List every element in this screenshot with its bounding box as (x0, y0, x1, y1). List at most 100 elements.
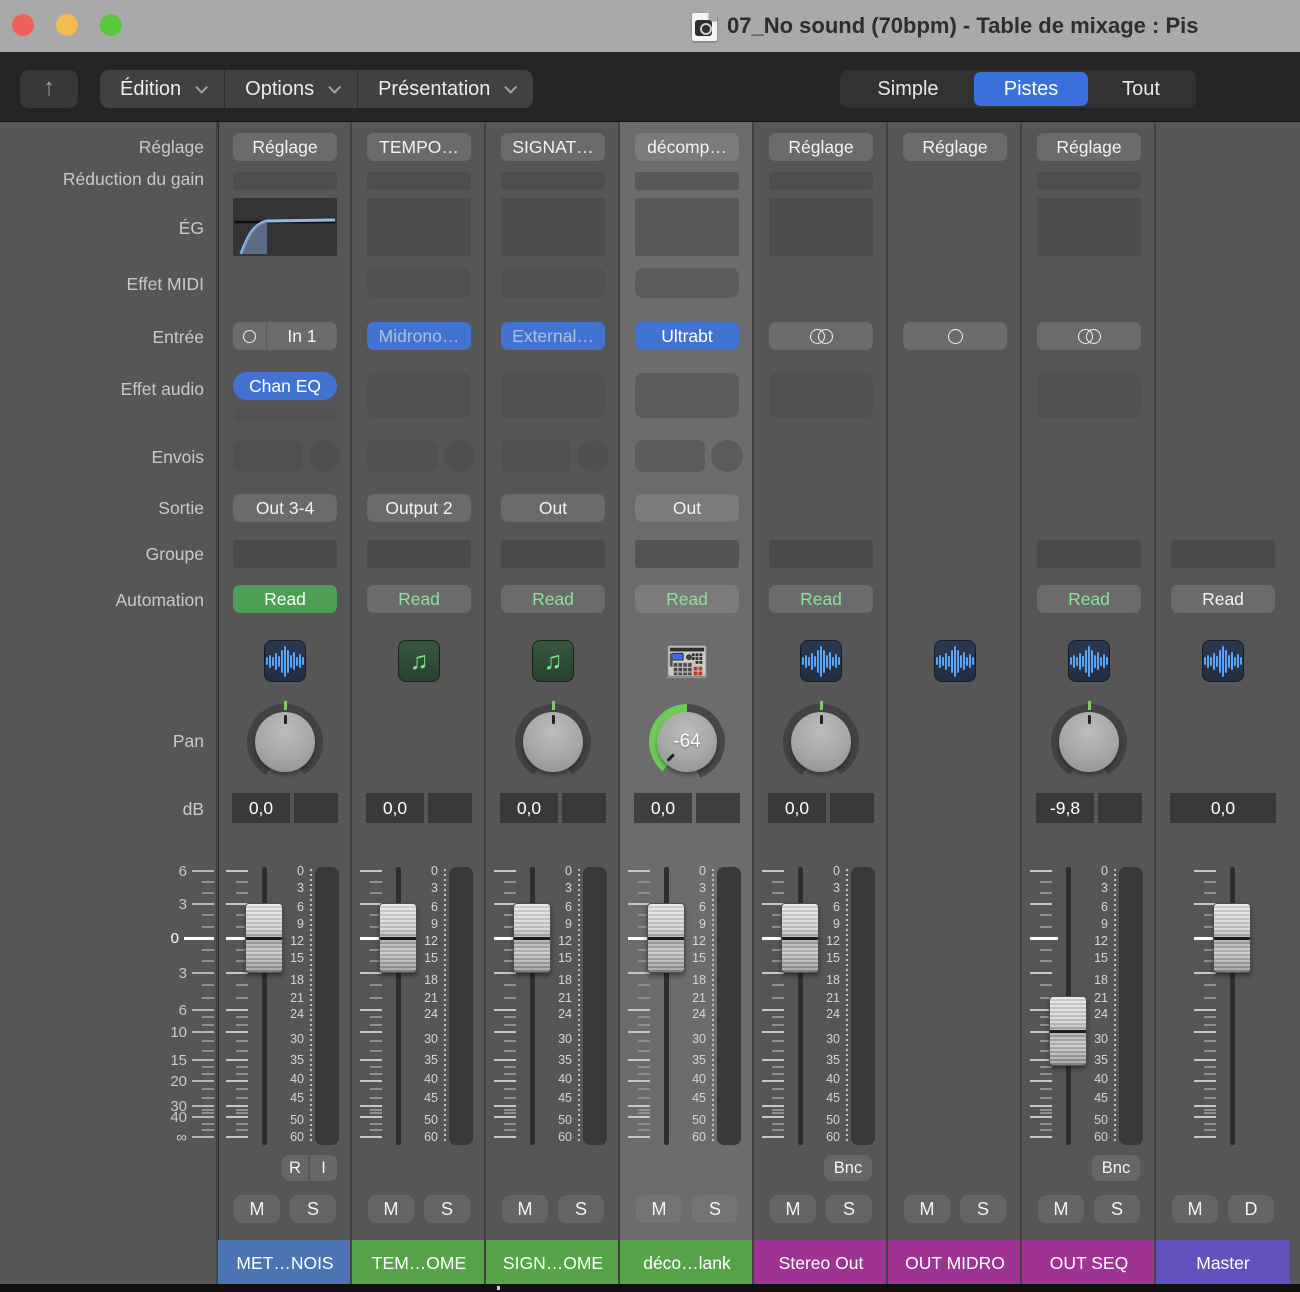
audio-effect-slot[interactable] (1037, 373, 1141, 418)
chan-eq-button[interactable]: Chan EQ (233, 372, 337, 400)
send-slot[interactable] (367, 440, 437, 472)
solo-button[interactable]: S (558, 1195, 604, 1223)
automation-mode-button[interactable]: Read (635, 585, 739, 613)
menu-options[interactable]: Options (224, 70, 357, 108)
channel-settings-button[interactable]: TEMPO… (367, 133, 471, 161)
channel-settings-button[interactable]: décomp… (635, 133, 739, 161)
pan-knob[interactable]: -64 (649, 704, 725, 780)
automation-mode-button[interactable]: Read (233, 585, 337, 613)
track-name[interactable]: Stereo Out (754, 1240, 888, 1286)
bounce-button[interactable]: Bnc (824, 1155, 872, 1181)
solo-button[interactable]: S (826, 1195, 872, 1223)
menu-edition[interactable]: Édition (100, 70, 224, 108)
volume-value[interactable]: -9,8 (1036, 793, 1094, 823)
peak-value-box[interactable] (696, 793, 740, 823)
group-slot[interactable] (1171, 540, 1275, 568)
pan-knob[interactable] (515, 704, 591, 780)
peak-value-box[interactable] (1098, 793, 1142, 823)
volume-value[interactable]: 0,0 (232, 793, 290, 823)
scroll-indicator[interactable] (497, 1286, 500, 1290)
bounce-button[interactable]: Bnc (1092, 1155, 1140, 1181)
volume-value[interactable]: 0,0 (768, 793, 826, 823)
input-button[interactable]: External… (501, 322, 605, 350)
dim-button[interactable]: D (1228, 1195, 1274, 1223)
mute-button[interactable]: M (636, 1195, 682, 1223)
audio-effect-slot[interactable] (769, 373, 873, 418)
volume-value[interactable]: 0,0 (366, 793, 424, 823)
eq-display[interactable] (1037, 198, 1141, 256)
solo-button[interactable]: S (960, 1195, 1006, 1223)
send-knob[interactable] (443, 440, 475, 472)
midi-effect-slot[interactable] (367, 268, 471, 298)
channel-settings-button[interactable]: Réglage (769, 133, 873, 161)
solo-button[interactable]: S (424, 1195, 470, 1223)
automation-mode-button[interactable]: Read (769, 585, 873, 613)
group-slot[interactable] (233, 540, 337, 568)
channel-settings-button[interactable]: SIGNAT… (501, 133, 605, 161)
peak-value-box[interactable] (562, 793, 606, 823)
output-button[interactable]: Out 3-4 (233, 494, 337, 522)
volume-value[interactable]: 0,0 (634, 793, 692, 823)
channel-settings-button[interactable]: Réglage (903, 133, 1007, 161)
peak-value-box[interactable] (830, 793, 874, 823)
track-name[interactable]: SIGN…OME (486, 1240, 620, 1286)
view-simple-button[interactable]: Simple (842, 72, 974, 106)
group-slot[interactable] (501, 540, 605, 568)
solo-button[interactable]: S (692, 1195, 738, 1223)
channel-settings-button[interactable]: Réglage (233, 133, 337, 161)
send-slot[interactable] (501, 440, 571, 472)
volume-value[interactable]: 0,0 (1170, 793, 1276, 823)
mute-button[interactable]: M (770, 1195, 816, 1223)
up-arrow-button[interactable]: ↑ (20, 70, 78, 108)
midi-effect-slot[interactable] (635, 268, 739, 298)
track-name[interactable]: Master (1156, 1240, 1290, 1286)
automation-mode-button[interactable]: Read (501, 585, 605, 613)
group-slot[interactable] (635, 540, 739, 568)
output-button[interactable]: Out (501, 494, 605, 522)
pan-knob[interactable] (783, 704, 859, 780)
track-name[interactable]: déco…lank (620, 1240, 754, 1286)
track-name[interactable]: OUT SEQ (1022, 1240, 1156, 1286)
send-slot[interactable] (635, 440, 705, 472)
automation-mode-button[interactable]: Read (1171, 585, 1275, 613)
eq-display[interactable] (367, 198, 471, 256)
mute-button[interactable]: M (502, 1195, 548, 1223)
automation-mode-button[interactable]: Read (1037, 585, 1141, 613)
output-button[interactable]: Out (635, 494, 739, 522)
volume-value[interactable]: 0,0 (500, 793, 558, 823)
group-slot[interactable] (1037, 540, 1141, 568)
eq-display[interactable] (233, 198, 337, 256)
audio-effect-slot[interactable] (233, 407, 337, 422)
track-name[interactable]: MET…NOIS (218, 1240, 352, 1286)
input-button[interactable] (769, 322, 873, 350)
solo-button[interactable]: S (1094, 1195, 1140, 1223)
group-slot[interactable] (367, 540, 471, 568)
audio-effect-slot[interactable] (635, 373, 739, 418)
input-button[interactable] (1037, 322, 1141, 350)
mute-button[interactable]: M (1172, 1195, 1218, 1223)
mute-button[interactable]: M (904, 1195, 950, 1223)
input-button[interactable]: In 1 (233, 322, 337, 350)
audio-effect-slot[interactable] (501, 373, 605, 418)
send-slot[interactable] (233, 440, 303, 472)
view-pistes-button[interactable]: Pistes (974, 72, 1088, 106)
fader-handle[interactable] (1213, 903, 1251, 973)
menu-presentation[interactable]: Présentation (357, 70, 533, 108)
view-tout-button[interactable]: Tout (1088, 72, 1194, 106)
peak-value-box[interactable] (294, 793, 338, 823)
track-name[interactable]: OUT MIDRO (888, 1240, 1022, 1286)
peak-value-box[interactable] (428, 793, 472, 823)
mute-button[interactable]: M (368, 1195, 414, 1223)
solo-button[interactable]: S (290, 1195, 336, 1223)
input-monitor-button[interactable]: I (310, 1155, 337, 1181)
pan-knob[interactable] (247, 704, 323, 780)
eq-display[interactable] (635, 198, 739, 256)
close-window-button[interactable] (12, 14, 34, 36)
mute-button[interactable]: M (234, 1195, 280, 1223)
pan-knob[interactable] (1051, 704, 1127, 780)
send-knob[interactable] (711, 440, 743, 472)
automation-mode-button[interactable]: Read (367, 585, 471, 613)
send-knob[interactable] (309, 440, 341, 472)
zoom-window-button[interactable] (100, 14, 122, 36)
mute-button[interactable]: M (1038, 1195, 1084, 1223)
